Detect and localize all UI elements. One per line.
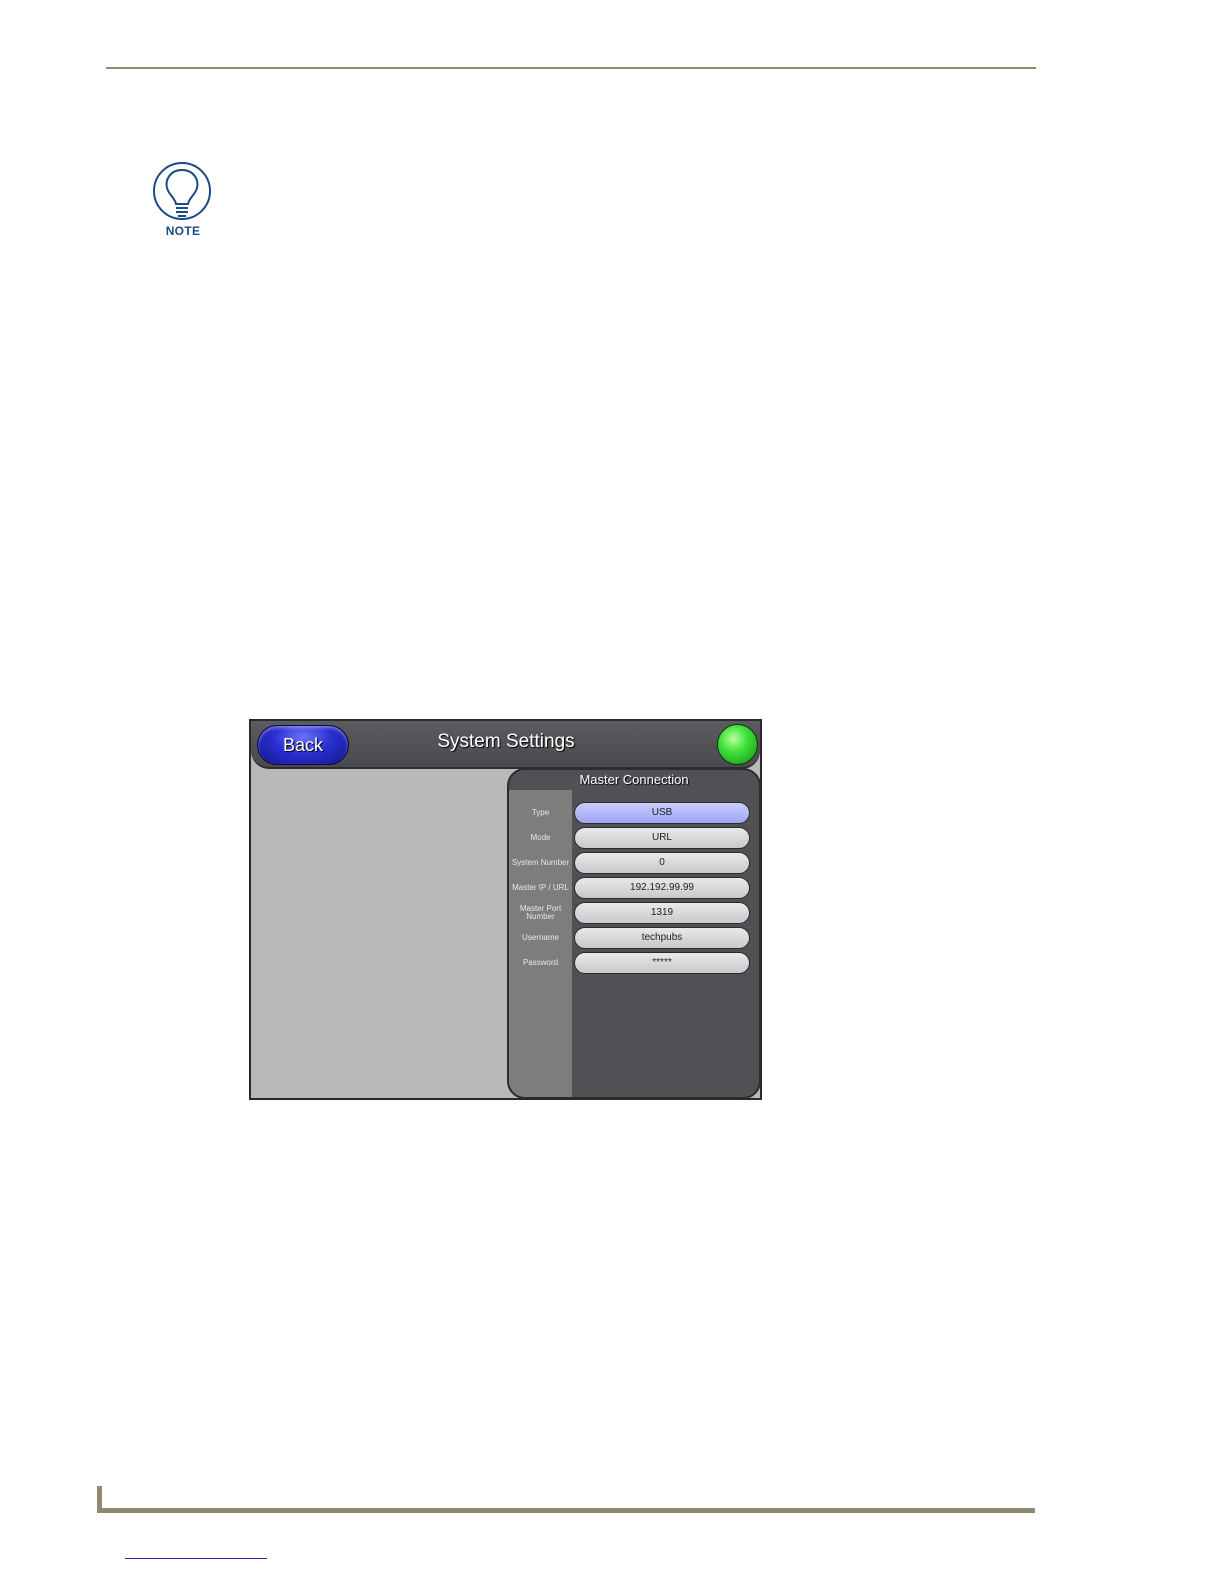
page-title: System Settings [437,731,575,752]
field-label: Mode [530,833,551,842]
field-label: Master IP / URL [512,883,569,892]
lightbulb-icon [153,162,211,220]
back-button[interactable]: Back [257,725,349,765]
password-field[interactable]: ***** [574,952,750,974]
username-field[interactable]: techpubs [574,927,750,949]
password-row: Password ***** [509,952,759,974]
green-status-led-icon [717,724,758,765]
field-label: Type [531,808,550,817]
master-connection-title: Master Connection [579,772,689,787]
type-field[interactable]: USB [574,802,750,824]
username-row: Username techpubs [509,927,759,949]
system-number-field[interactable]: 0 [574,852,750,874]
system-settings-screenshot: Back System Settings Master Connection T… [249,719,762,1100]
master-port-number-row: Master Port Number 1319 [509,902,759,924]
field-label: Password [522,958,559,967]
note-callout: NOTE [150,160,216,240]
footer-rule [97,1508,1035,1513]
mode-field[interactable]: URL [574,827,750,849]
field-label: System Number [511,858,570,867]
master-connection-panel: Master Connection Type USB Mode URL Syst… [507,768,760,1098]
note-label: NOTE [165,224,201,238]
field-label: Master Port Number [519,904,562,921]
type-row: Type USB [509,802,759,824]
footer-link-underline[interactable] [125,1558,267,1559]
system-number-row: System Number 0 [509,852,759,874]
master-ip-url-field[interactable]: 192.192.99.99 [574,877,750,899]
field-label: Username [522,933,559,942]
master-port-number-field[interactable]: 1319 [574,902,750,924]
panel-header: Back System Settings [251,721,760,769]
header-rule [106,67,1036,69]
mode-row: Mode URL [509,827,759,849]
master-ip-url-row: Master IP / URL 192.192.99.99 [509,877,759,899]
